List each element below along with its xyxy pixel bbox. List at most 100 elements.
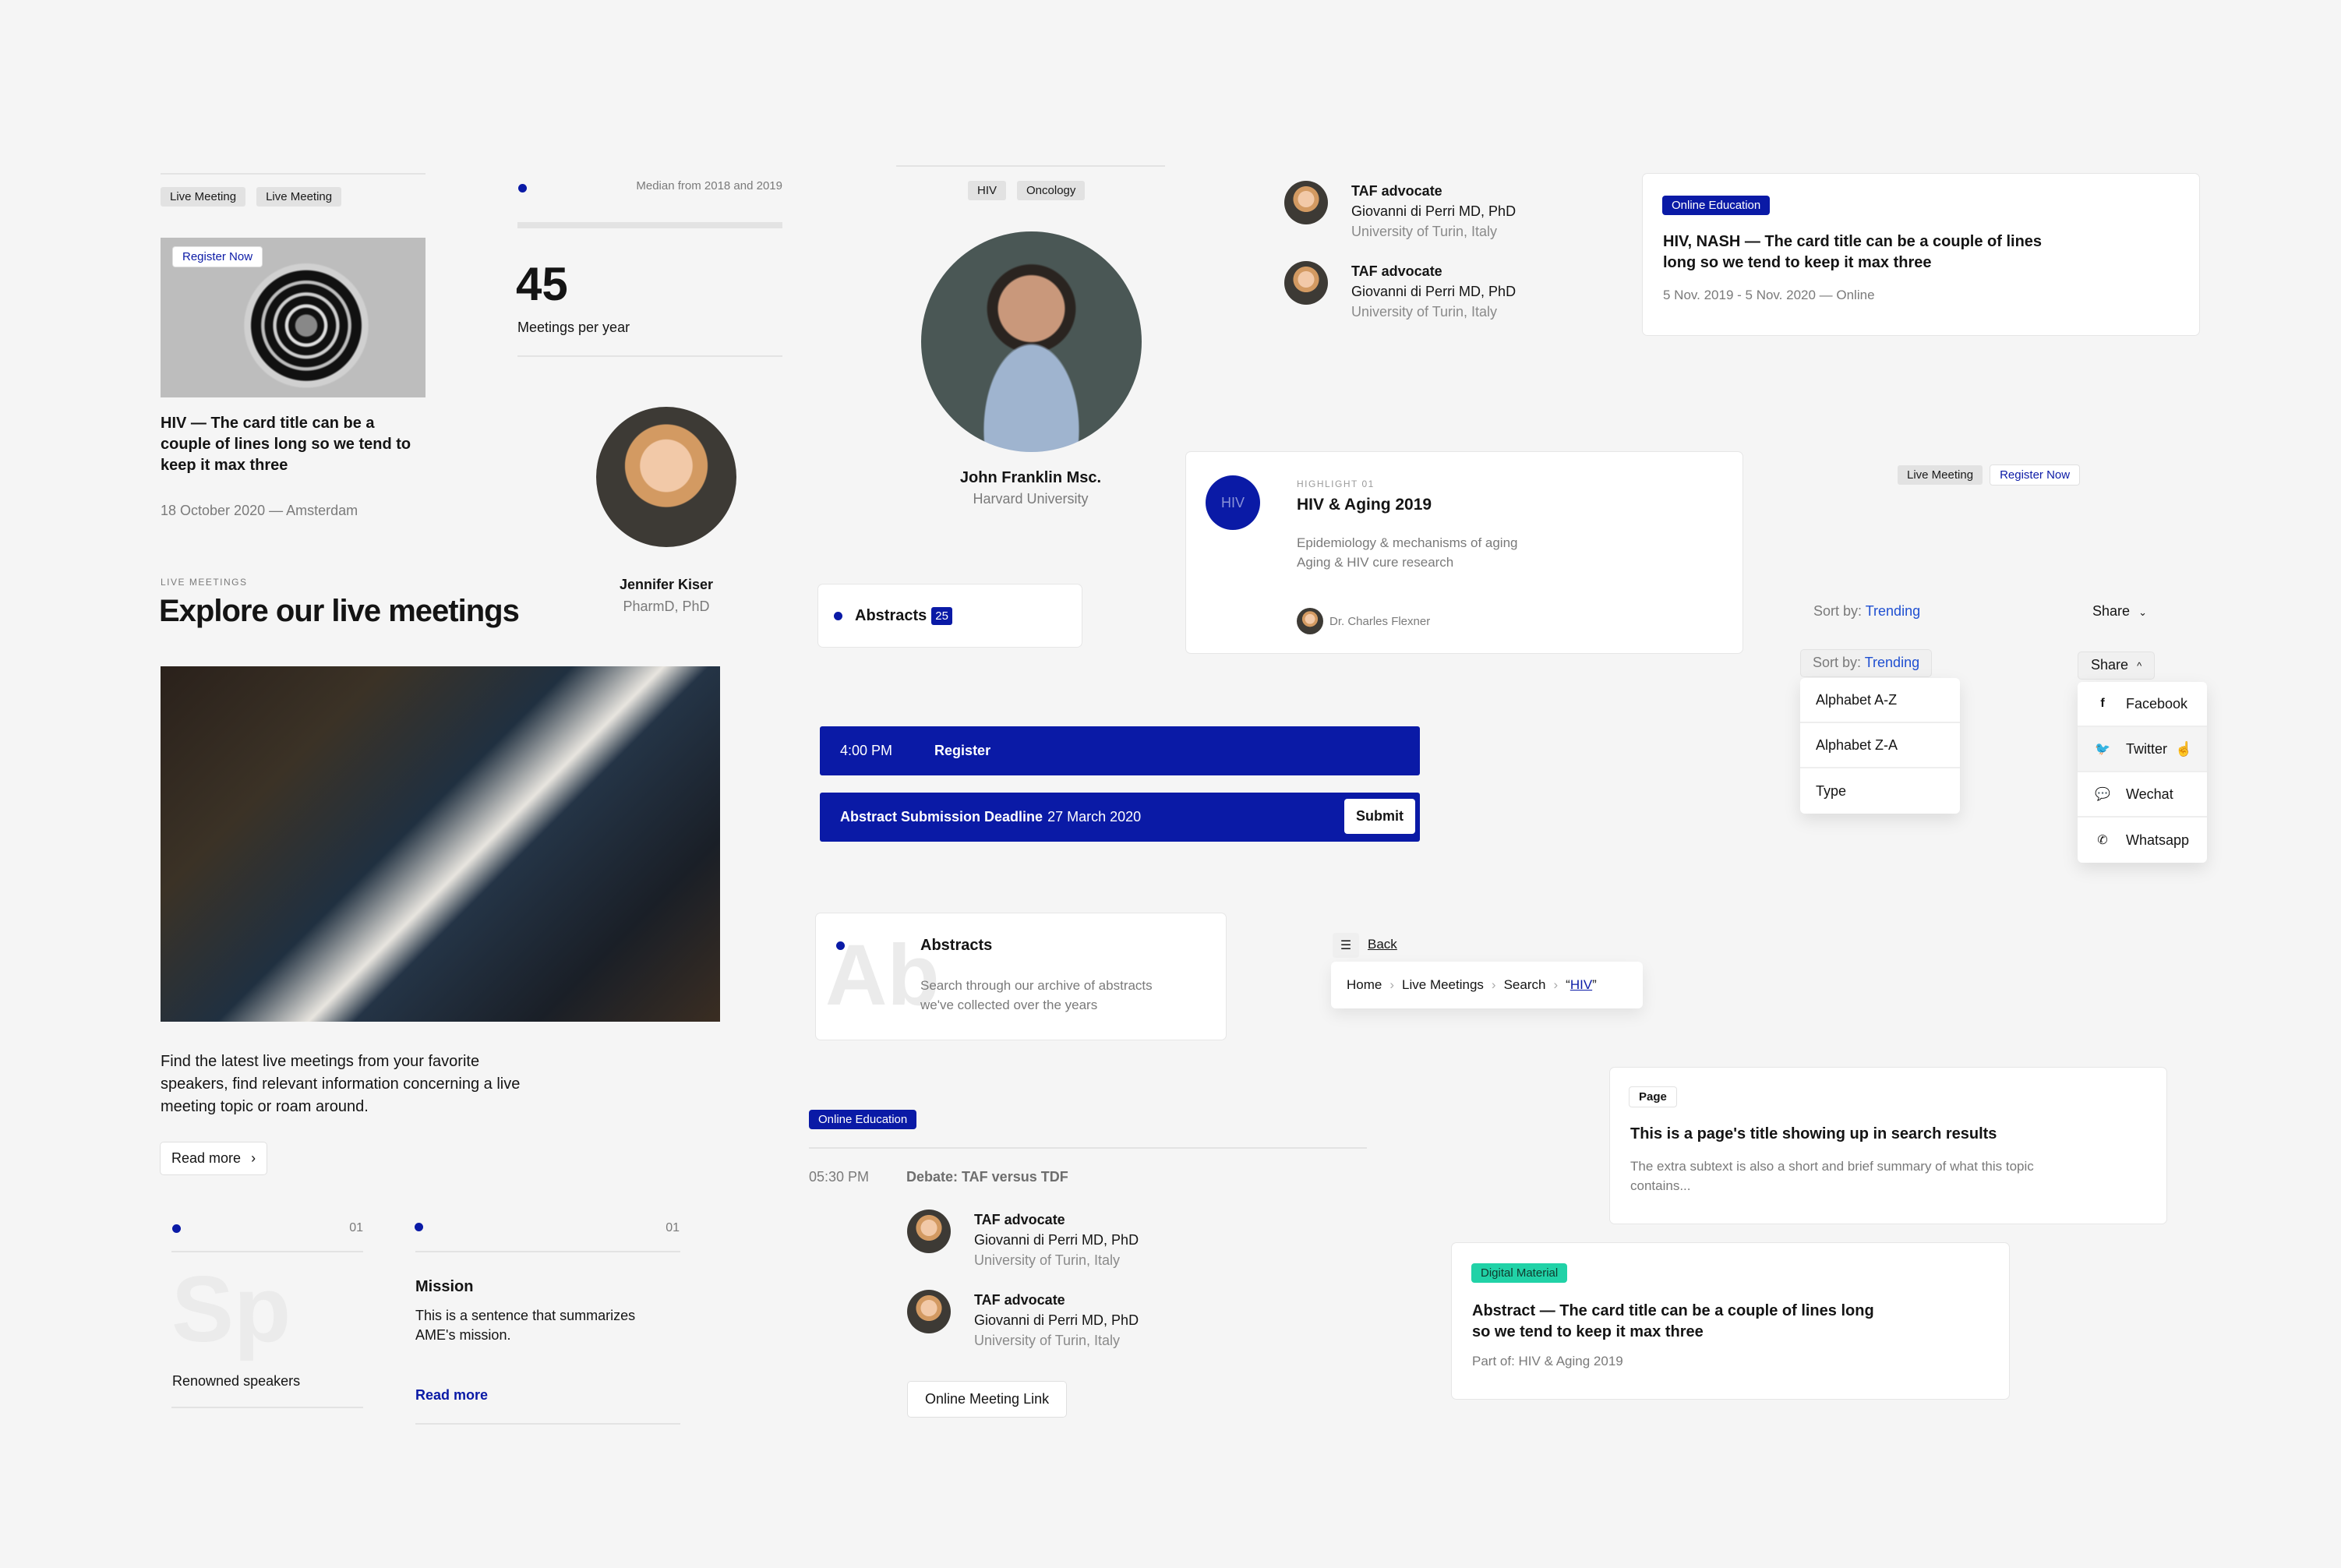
speaker-org: University of Turin, Italy [974,1333,1121,1348]
abstracts-card-title: Abstracts [920,937,993,954]
share-option-twitter[interactable]: 🐦 Twitter ☝ [2078,727,2207,772]
list-icon[interactable]: ☰ [1333,933,1359,958]
deadline-bar: Abstract Submission Deadline 27 March 20… [820,793,1420,842]
speaker-name: Dr. Charles Flexner [1329,614,1431,628]
speaker-list-item[interactable]: TAF advocate Giovanni di Perri MD, PhD Uni… [1284,261,1516,322]
hand-pointer-cursor-icon: ☝ [2175,740,2193,757]
speaker-org: University of Turin, Italy [974,1252,1121,1268]
sort-option[interactable]: Alphabet Z-A [1800,723,1960,768]
agenda-speaker[interactable]: TAF advocate Giovanni di Perri MD, PhD Uni… [907,1290,1139,1351]
feature-index: 01 [349,1221,363,1234]
agenda-time: 05:30 PM [809,1169,870,1185]
speaker-avatar [907,1290,951,1333]
twitter-icon: 🐦 [2095,743,2110,756]
divider [896,165,1165,167]
read-more-label: Read more [171,1150,242,1166]
share-label: Share [2091,657,2129,673]
read-more-button[interactable]: Read more › [161,1142,267,1174]
agenda-speaker[interactable]: TAF advocate Giovanni di Perri MD, PhD Uni… [907,1210,1139,1270]
topic: Epidemiology & mechanisms of aging [1297,535,1518,550]
online-meeting-link-button[interactable]: Online Meeting Link [908,1382,1067,1417]
chevron-up-icon: ^ [2137,660,2142,672]
meeting-photo [161,666,720,1022]
tag-live-meeting[interactable]: Live Meeting [1898,465,1983,485]
tag-live-meeting[interactable]: Live Meeting [161,187,246,207]
speaker-name: Giovanni di Perri MD, PhD [1351,284,1517,299]
share-option-label: Facebook [2126,695,2188,712]
tag-live-meeting[interactable]: Live Meeting [256,187,342,207]
share-option-wechat[interactable]: 💬 Wechat [2078,772,2207,818]
register-bar[interactable]: 4:00 PM Register [820,726,1420,775]
abstracts-counter[interactable]: Abstracts 25 [818,584,1082,647]
share-option-label: Whatsapp [2126,832,2190,848]
speaker-list-item[interactable]: TAF advocate Giovanni di Perri MD, PhD Uni… [1284,181,1516,242]
digital-card-meta: Part of: HIV & Aging 2019 [1472,1354,1623,1368]
share-option-facebook[interactable]: f Facebook [2078,682,2207,727]
deadline-date: 27 March 2020 [1047,809,1142,825]
mission-read-more-link[interactable]: Read more [415,1387,488,1404]
breadcrumb: Home › Live Meetings › Search › “HIV” [1331,962,1643,1008]
chevron-right-icon: › [251,1150,256,1166]
online-education-card[interactable]: Online Education HIV, NASH — The card ti… [1643,174,2199,335]
digital-card-title: Abstract — The card title can be a coupl… [1472,1302,1874,1340]
digital-material-badge: Digital Material [1471,1263,1568,1283]
divider [415,1251,680,1252]
abstracts-label: Abstracts [855,606,927,624]
share-button-open[interactable]: Share ^ [2078,652,2155,679]
whatsapp-icon: ✆ [2097,834,2108,847]
wechat-icon: 💬 [2095,788,2110,801]
highlight-card[interactable]: HIV HIGHLIGHT 01 HIV & Aging 2019 Epidem… [1186,452,1743,653]
share-option-whatsapp[interactable]: ✆ Whatsapp [2078,818,2207,863]
share-button[interactable]: Share ⌄ [2092,603,2147,620]
breadcrumb-live-meetings[interactable]: Live Meetings [1402,977,1484,993]
divider [171,1407,363,1408]
back-link[interactable]: Back [1368,937,1397,952]
sort-option[interactable]: Type [1800,768,1960,814]
agenda-session: Debate: TAF versus TDF [906,1169,1068,1185]
breadcrumb-home[interactable]: Home [1347,977,1382,993]
event-title[interactable]: HIV — The card title can be a couple of … [161,413,425,476]
speaker-name: Giovanni di Perri MD, PhD [974,1232,1139,1248]
search-result-body: The extra subtext is also a short and br… [1630,1159,2034,1193]
speaker-photo[interactable] [596,407,736,547]
register-now-tag[interactable]: Register Now [1990,465,2080,485]
breadcrumb-current: “HIV” [1566,977,1597,992]
online-education-badge: Online Education [1662,196,1771,215]
speaker-name-large[interactable]: John Franklin Msc. [896,469,1165,487]
abstracts-card[interactable]: Ab Abstracts Search through our archive … [816,913,1226,1040]
abstracts-count-badge: 25 [931,606,952,625]
register-now-badge[interactable]: Register Now [173,247,263,267]
breadcrumb-search[interactable]: Search [1504,977,1546,993]
tag-hiv[interactable]: HIV [968,181,1007,200]
accent-dot [172,1224,181,1233]
sort-control[interactable]: Sort by: Trending [1813,603,1920,620]
section-eyebrow: LIVE MEETINGS [161,577,248,588]
submit-button[interactable]: Submit [1344,799,1415,834]
divider [517,355,782,357]
chevron-right-icon: › [1491,977,1496,992]
speaker-name[interactable]: Jennifer Kiser [592,577,740,593]
section-body: Find the latest live meetings from your … [161,1053,521,1115]
speaker-tags: HIV Oncology [968,181,1096,200]
abstracts-card-body: Search through our archive of abstracts … [920,978,1153,1012]
register-label[interactable]: Register [934,743,990,759]
hiv-avatar: HIV [1206,475,1260,530]
event-image[interactable]: Register Now [161,238,425,397]
speaker-org: University of Turin, Italy [1351,224,1498,239]
speaker-photo-large[interactable] [921,231,1142,452]
sort-value: Trending [1864,655,1920,670]
sort-option[interactable]: Alphabet A-Z [1800,678,1960,723]
share-option-label: Wechat [2126,786,2173,802]
digital-material-card[interactable]: Digital Material Abstract — The card tit… [1452,1243,2009,1399]
search-result-card[interactable]: Page This is a page's title showing up i… [1610,1068,2166,1224]
speaker-avatar [907,1210,951,1253]
sort-control-open[interactable]: Sort by: Trending [1801,650,1932,676]
topic: Aging & HIV cure research [1297,555,1454,570]
event-tags: Live Meeting Live Meeting [161,187,352,207]
facebook-icon: f [2100,697,2105,710]
speaker-role: TAF advocate [974,1212,1065,1227]
search-result-title: This is a page's title showing up in sea… [1630,1125,1997,1142]
divider [161,173,425,175]
tag-oncology[interactable]: Oncology [1017,181,1086,200]
share-label: Share [2092,603,2131,619]
